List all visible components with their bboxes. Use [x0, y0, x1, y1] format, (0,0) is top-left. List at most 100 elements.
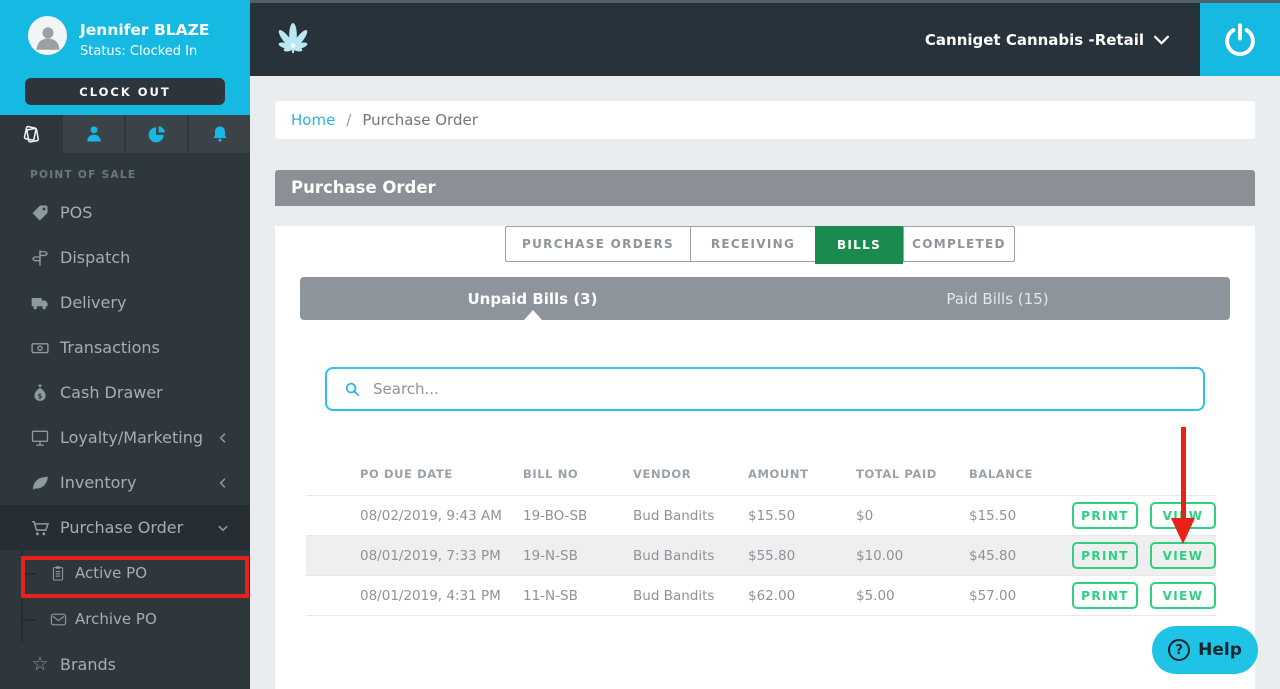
sidebar-item-transactions[interactable]: Transactions — [0, 325, 250, 370]
chevron-left-icon — [216, 476, 230, 490]
po-tab-group: PURCHASE ORDERS RECEIVING BILLS COMPLETE… — [505, 226, 1015, 264]
cell-vendor: Bud Bandits — [633, 547, 715, 564]
bills-table: PO DUE DATE BILL NO VENDOR AMOUNT TOTAL … — [306, 452, 1216, 616]
column-header: PO DUE DATE — [360, 466, 453, 481]
cannabis-leaf-logo-icon — [272, 17, 314, 63]
tab-receiving[interactable]: RECEIVING — [690, 227, 815, 261]
cell-vendor: Bud Bandits — [633, 507, 715, 524]
help-label: Help — [1198, 640, 1242, 660]
monitor-icon — [28, 428, 52, 448]
cell-total-paid: $5.00 — [856, 587, 895, 604]
tab-purchase-orders[interactable]: PURCHASE ORDERS — [506, 227, 690, 261]
tab-notifications[interactable] — [187, 115, 250, 153]
tab-completed[interactable]: COMPLETED — [903, 227, 1014, 261]
sidebar: Jennifer BLAZE Status: Clocked In CLOCK … — [0, 0, 250, 689]
cell-po-due-date: 08/01/2019, 4:31 PM — [360, 587, 501, 604]
breadcrumb-home-link[interactable]: Home — [291, 111, 335, 129]
user-block: Jennifer BLAZE Status: Clocked In CLOCK … — [0, 0, 250, 115]
sidebar-item-active-po[interactable]: Active PO — [0, 550, 250, 596]
subtab-unpaid-bills[interactable]: Unpaid Bills (3) — [300, 277, 765, 320]
sidebar-menu: POS Dispatch Delivery Transactions $ Cas… — [0, 190, 250, 687]
sidebar-item-label: Cash Drawer — [60, 383, 163, 402]
sidebar-icon-tabs — [0, 115, 250, 153]
tab-cards[interactable] — [0, 115, 61, 153]
clock-out-button[interactable]: CLOCK OUT — [25, 78, 225, 105]
cell-bill-no: 11-N-SB — [523, 587, 578, 604]
view-button[interactable]: VIEW — [1150, 542, 1216, 569]
user-name: Jennifer BLAZE — [80, 21, 210, 39]
cell-bill-no: 19-N-SB — [523, 547, 578, 564]
table-row: 08/01/2019, 4:31 PM 11-N-SB Bud Bandits … — [306, 576, 1216, 616]
sidebar-item-label: Dispatch — [60, 248, 131, 267]
chevron-left-icon — [216, 431, 230, 445]
cards-icon — [20, 123, 42, 145]
signpost-icon — [28, 248, 52, 268]
cell-amount: $15.50 — [748, 507, 796, 524]
sidebar-item-pos[interactable]: POS — [0, 190, 250, 235]
search-icon — [344, 381, 361, 398]
banknote-icon — [28, 338, 52, 358]
money-bag-icon: $ — [28, 383, 52, 403]
svg-text:$: $ — [38, 392, 43, 400]
sidebar-item-label: Archive PO — [75, 610, 157, 628]
sidebar-item-label: Transactions — [60, 338, 160, 357]
envelope-icon — [48, 612, 68, 627]
power-icon — [1222, 22, 1258, 58]
print-button[interactable]: PRINT — [1072, 582, 1138, 609]
view-button[interactable]: VIEW — [1150, 582, 1216, 609]
cell-po-due-date: 08/02/2019, 9:43 AM — [360, 507, 502, 524]
sidebar-item-dispatch[interactable]: Dispatch — [0, 235, 250, 280]
cell-amount: $55.80 — [748, 547, 796, 564]
sidebar-item-label: Loyalty/Marketing — [60, 428, 204, 447]
breadcrumb: Home / Purchase Order — [275, 101, 1255, 139]
table-row: 08/01/2019, 7:33 PM 19-N-SB Bud Bandits … — [306, 536, 1216, 576]
cell-balance: $45.80 — [969, 547, 1017, 564]
column-header: BILL NO — [523, 466, 579, 481]
view-button[interactable]: VIEW — [1150, 502, 1216, 529]
table-header-row: PO DUE DATE BILL NO VENDOR AMOUNT TOTAL … — [306, 452, 1216, 496]
tab-bills[interactable]: BILLS — [815, 226, 903, 264]
breadcrumb-current: Purchase Order — [362, 111, 478, 129]
subtab-paid-bills[interactable]: Paid Bills (15) — [765, 277, 1230, 320]
column-header: TOTAL PAID — [856, 466, 937, 481]
page-title: Purchase Order — [275, 170, 1255, 206]
sidebar-item-label: POS — [60, 203, 93, 222]
purchase-order-submenu: Active PO Archive PO — [0, 550, 250, 642]
person-silhouette-icon — [36, 26, 59, 50]
logout-button[interactable] — [1200, 3, 1280, 76]
sidebar-item-inventory[interactable]: Inventory — [0, 460, 250, 505]
cell-balance: $57.00 — [969, 587, 1017, 604]
print-button[interactable]: PRINT — [1072, 542, 1138, 569]
cell-amount: $62.00 — [748, 587, 796, 604]
help-button[interactable]: ? Help — [1152, 626, 1258, 674]
cart-icon — [28, 518, 52, 538]
store-selector-dropdown[interactable]: Canniget Cannabis -Retail — [925, 31, 1170, 49]
table-row: 08/02/2019, 9:43 AM 19-BO-SB Bud Bandits… — [306, 496, 1216, 536]
clipboard-icon — [48, 565, 68, 582]
star-icon: ☆ — [31, 653, 49, 675]
tab-customers[interactable] — [61, 115, 124, 153]
sidebar-item-cash-drawer[interactable]: $ Cash Drawer — [0, 370, 250, 415]
bell-icon — [210, 124, 230, 144]
print-button[interactable]: PRINT — [1072, 502, 1138, 529]
sidebar-item-delivery[interactable]: Delivery — [0, 280, 250, 325]
cell-balance: $15.50 — [969, 507, 1017, 524]
sidebar-item-label: Brands — [60, 655, 116, 674]
column-header: AMOUNT — [748, 466, 809, 481]
column-header: VENDOR — [633, 466, 692, 481]
sidebar-item-purchase-order[interactable]: Purchase Order — [0, 505, 250, 550]
sidebar-item-loyalty-marketing[interactable]: Loyalty/Marketing — [0, 415, 250, 460]
chevron-down-icon — [1153, 34, 1170, 46]
cell-total-paid: $10.00 — [856, 547, 904, 564]
topbar: Canniget Cannabis -Retail — [250, 0, 1280, 76]
sidebar-item-label: Delivery — [60, 293, 127, 312]
cell-total-paid: $0 — [856, 507, 874, 524]
store-name: Canniget Cannabis -Retail — [924, 30, 1144, 49]
purchase-order-panel: Purchase Order PURCHASE ORDERS RECEIVING… — [275, 170, 1255, 689]
tag-icon — [28, 203, 52, 223]
sidebar-item-archive-po[interactable]: Archive PO — [0, 596, 250, 642]
search-input[interactable] — [373, 380, 1203, 398]
sidebar-item-brands[interactable]: ☆ Brands — [0, 642, 250, 687]
tab-reports[interactable] — [124, 115, 187, 153]
breadcrumb-separator: / — [346, 111, 352, 129]
